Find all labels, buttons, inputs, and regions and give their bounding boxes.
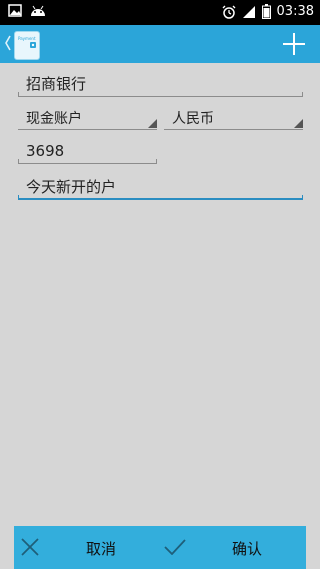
check-icon	[164, 539, 186, 555]
currency-spinner[interactable]: 人民币	[164, 108, 303, 130]
action-bar: Payment	[0, 25, 320, 63]
battery-icon	[261, 4, 271, 19]
note-value: 今天新开的户	[26, 178, 117, 196]
underline-tick-right	[302, 92, 303, 97]
amount-underline	[18, 163, 157, 164]
dropdown-triangle-icon	[294, 119, 303, 128]
note-underline	[18, 198, 303, 200]
status-bar: 03:38	[0, 0, 320, 25]
signal-icon	[242, 5, 255, 18]
note-field[interactable]: 今天新开的户	[18, 176, 303, 200]
status-bar-right: 03:38	[222, 4, 314, 19]
bottom-action-bar: 取消 确认	[14, 526, 306, 569]
underline-tick-right	[302, 195, 303, 200]
android-icon	[31, 5, 45, 16]
underline-tick-left	[18, 159, 19, 164]
alarm-icon	[222, 5, 235, 19]
dropdown-triangle-icon	[148, 119, 157, 128]
cancel-label: 取消	[86, 540, 117, 558]
currency-underline	[164, 129, 303, 130]
back-chevron-icon[interactable]	[4, 34, 12, 52]
account-name-value: 招商银行	[26, 75, 87, 93]
add-icon[interactable]	[282, 32, 306, 56]
image-icon	[8, 4, 22, 17]
account-name-field[interactable]: 招商银行	[18, 73, 303, 97]
account-name-underline	[18, 96, 303, 97]
app-logo-icon[interactable]: Payment	[14, 31, 40, 60]
account-type-underline	[18, 129, 157, 130]
amount-field[interactable]: 3698	[18, 142, 157, 164]
account-type-spinner[interactable]: 现金账户	[18, 108, 157, 130]
status-bar-left	[8, 4, 46, 17]
status-time: 03:38	[276, 4, 314, 19]
account-type-value: 现金账户	[26, 111, 82, 127]
app-logo-text: Payment	[18, 36, 36, 41]
currency-value: 人民币	[172, 111, 214, 127]
underline-tick-left	[18, 92, 19, 97]
confirm-label: 确认	[232, 540, 263, 558]
confirm-button[interactable]: 确认	[160, 526, 306, 569]
underline-tick-left	[18, 195, 19, 200]
cancel-button[interactable]: 取消	[14, 526, 160, 569]
close-icon	[21, 538, 39, 556]
amount-value: 3698	[26, 142, 65, 160]
underline-tick-right	[156, 159, 157, 164]
